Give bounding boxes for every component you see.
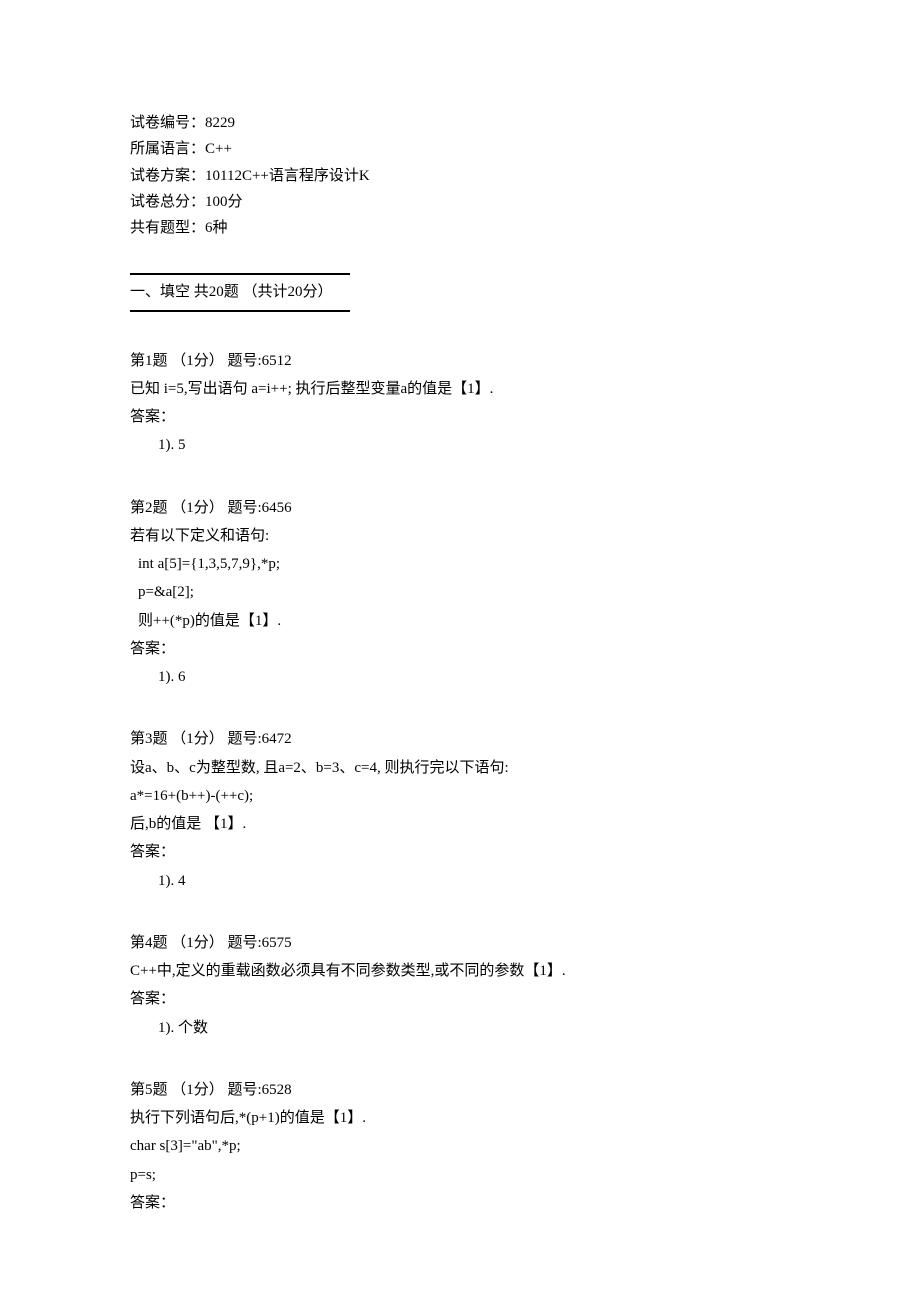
question-3: 第3题 （1分） 题号:6472 设a、b、c为整型数, 且a=2、b=3、c=… (130, 726, 790, 894)
language-label: 所属语言： (130, 141, 205, 157)
scheme-line: 试卷方案：10112C++语言程序设计K (130, 163, 790, 189)
type-count-label: 共有题型： (130, 220, 205, 236)
total-score-value: 100分 (205, 194, 243, 210)
type-count-value: 6种 (205, 220, 228, 236)
question-body: a*=16+(b++)-(++c); (130, 783, 790, 809)
section-header: 一、填空 共20题 （共计20分） (130, 273, 790, 311)
exam-header: 试卷编号：8229 所属语言：C++ 试卷方案：10112C++语言程序设计K … (130, 110, 790, 241)
answer-label: 答案： (130, 1190, 790, 1216)
question-body: C++中,定义的重载函数必须具有不同参数类型,或不同的参数【1】. (130, 958, 790, 984)
question-body: 执行下列语句后,*(p+1)的值是【1】. (130, 1105, 790, 1131)
language-line: 所属语言：C++ (130, 136, 790, 162)
question-body: char s[3]="ab",*p; (130, 1133, 790, 1159)
exam-id-line: 试卷编号：8229 (130, 110, 790, 136)
question-body: int a[5]={1,3,5,7,9},*p; (130, 551, 790, 577)
answer-value: 1). 5 (130, 432, 790, 458)
question-header: 第4题 （1分） 题号:6575 (130, 930, 790, 956)
question-header: 第1题 （1分） 题号:6512 (130, 348, 790, 374)
question-body: 已知 i=5,写出语句 a=i++; 执行后整型变量a的值是【1】. (130, 376, 790, 402)
document-page: 试卷编号：8229 所属语言：C++ 试卷方案：10112C++语言程序设计K … (0, 0, 920, 1278)
divider-top (130, 273, 350, 275)
question-body: p=s; (130, 1162, 790, 1188)
question-body: 若有以下定义和语句: (130, 523, 790, 549)
question-body: p=&a[2]; (130, 579, 790, 605)
question-2: 第2题 （1分） 题号:6456 若有以下定义和语句: int a[5]={1,… (130, 495, 790, 691)
question-body: 后,b的值是 【1】. (130, 811, 790, 837)
answer-value: 1). 个数 (130, 1015, 790, 1041)
question-1: 第1题 （1分） 题号:6512 已知 i=5,写出语句 a=i++; 执行后整… (130, 348, 790, 459)
answer-value: 1). 4 (130, 868, 790, 894)
question-header: 第3题 （1分） 题号:6472 (130, 726, 790, 752)
question-5: 第5题 （1分） 题号:6528 执行下列语句后,*(p+1)的值是【1】. c… (130, 1077, 790, 1216)
answer-label: 答案： (130, 986, 790, 1012)
language-value: C++ (205, 141, 232, 157)
answer-label: 答案： (130, 839, 790, 865)
type-count-line: 共有题型：6种 (130, 215, 790, 241)
answer-label: 答案： (130, 636, 790, 662)
section-title: 一、填空 共20题 （共计20分） (130, 279, 790, 305)
exam-id-label: 试卷编号： (130, 115, 205, 131)
answer-label: 答案： (130, 404, 790, 430)
question-header: 第5题 （1分） 题号:6528 (130, 1077, 790, 1103)
total-score-label: 试卷总分： (130, 194, 205, 210)
divider-bottom (130, 310, 350, 312)
scheme-value: 10112C++语言程序设计K (205, 168, 370, 184)
question-body: 设a、b、c为整型数, 且a=2、b=3、c=4, 则执行完以下语句: (130, 755, 790, 781)
question-body: 则++(*p)的值是【1】. (130, 608, 790, 634)
question-4: 第4题 （1分） 题号:6575 C++中,定义的重载函数必须具有不同参数类型,… (130, 930, 790, 1041)
scheme-label: 试卷方案： (130, 168, 205, 184)
answer-value: 1). 6 (130, 664, 790, 690)
exam-id-value: 8229 (205, 115, 235, 131)
question-header: 第2题 （1分） 题号:6456 (130, 495, 790, 521)
total-score-line: 试卷总分：100分 (130, 189, 790, 215)
